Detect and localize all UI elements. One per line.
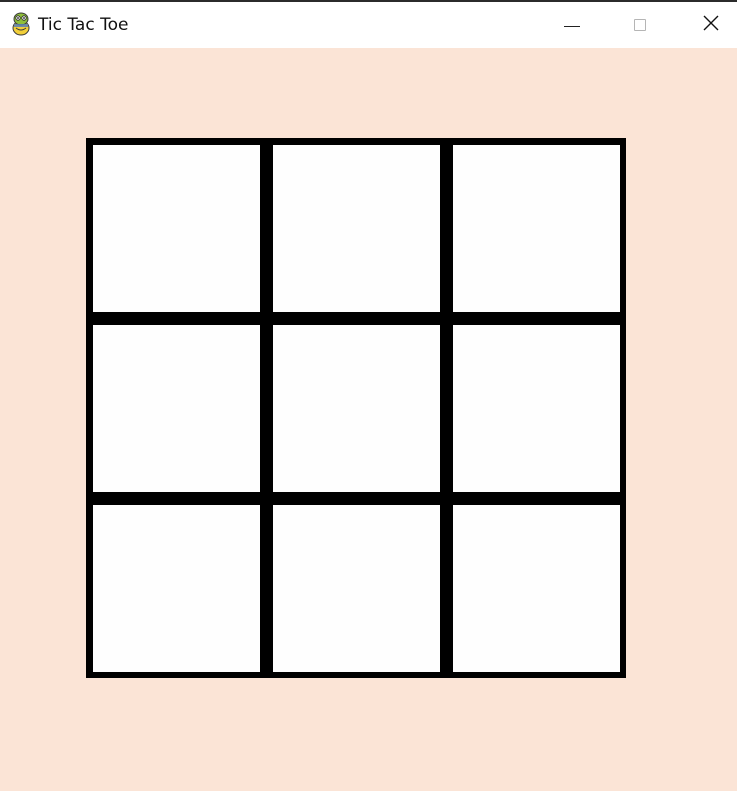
cell-mark xyxy=(453,325,620,492)
cell-mark xyxy=(273,145,440,312)
minimize-icon xyxy=(564,25,580,27)
maximize-button[interactable] xyxy=(605,2,675,48)
board-cell-r2-c2[interactable] xyxy=(273,325,440,492)
cell-mark xyxy=(273,325,440,492)
cell-mark xyxy=(453,145,620,312)
cell-mark xyxy=(453,505,620,672)
app-window: Tic Tac Toe xyxy=(0,0,737,791)
cell-mark xyxy=(273,505,440,672)
window-title: Tic Tac Toe xyxy=(38,15,129,35)
cell-mark xyxy=(93,325,260,492)
board-cell-r1-c2[interactable] xyxy=(273,145,440,312)
board-cell-r3-c2[interactable] xyxy=(273,505,440,672)
close-button[interactable] xyxy=(676,2,737,48)
board-cell-r2-c1[interactable] xyxy=(93,325,260,492)
close-icon xyxy=(702,14,720,36)
board-cell-r1-c3[interactable] xyxy=(453,145,620,312)
cell-mark xyxy=(93,505,260,672)
board-cell-r3-c3[interactable] xyxy=(453,505,620,672)
minimize-button[interactable] xyxy=(537,2,607,48)
board-cell-r2-c3[interactable] xyxy=(453,325,620,492)
maximize-icon xyxy=(634,19,646,31)
cell-mark xyxy=(93,145,260,312)
title-bar[interactable]: Tic Tac Toe xyxy=(0,2,737,48)
board-cell-r1-c1[interactable] xyxy=(93,145,260,312)
game-canvas[interactable] xyxy=(0,48,737,791)
board-cell-r3-c1[interactable] xyxy=(93,505,260,672)
tic-tac-toe-board xyxy=(86,138,626,678)
python-snake-icon xyxy=(10,12,32,36)
